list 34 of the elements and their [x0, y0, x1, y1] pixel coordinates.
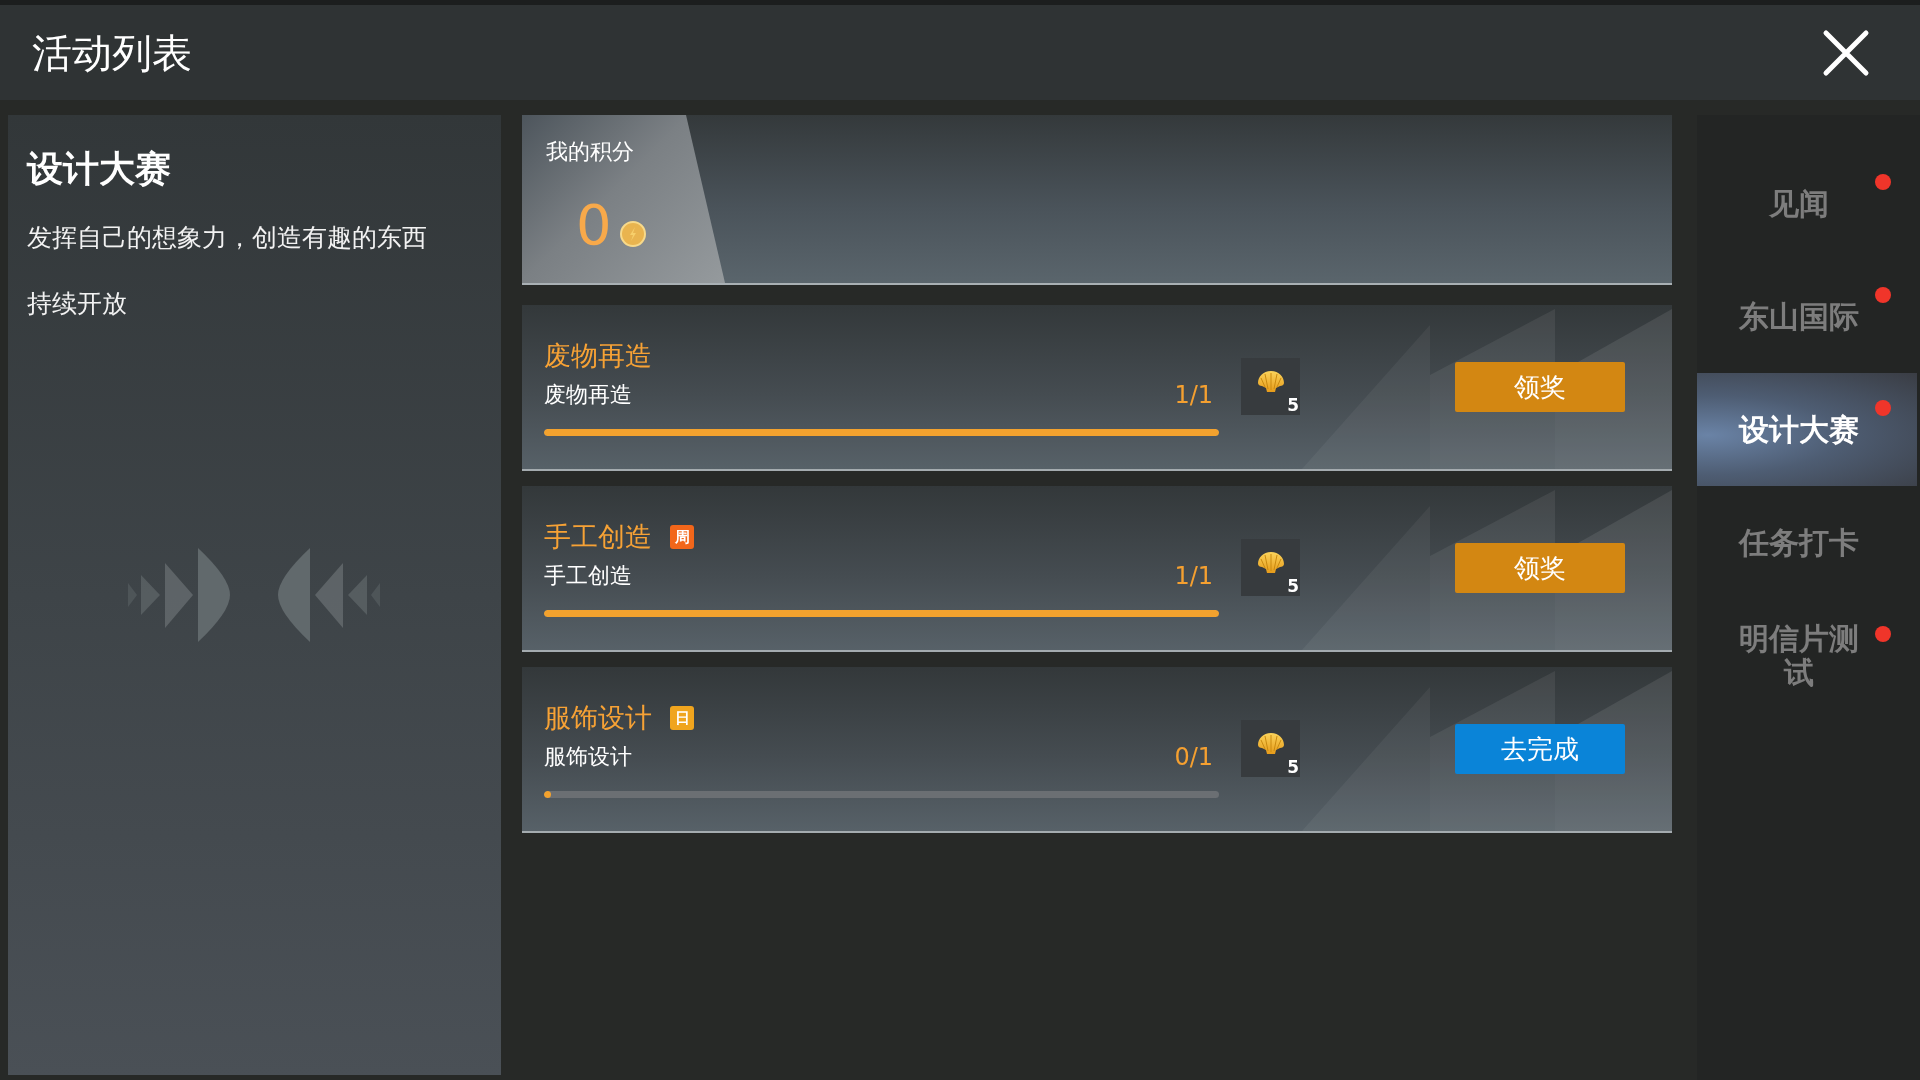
- shell-icon: [1256, 551, 1285, 574]
- close-icon: [1822, 28, 1870, 77]
- sidebar-tab[interactable]: 东山国际: [1697, 260, 1917, 373]
- progress-count: 1/1: [1174, 562, 1213, 590]
- score-value: 0: [576, 193, 612, 257]
- score-label: 我的积分: [546, 138, 634, 166]
- task-action-button[interactable]: 去完成: [1455, 724, 1625, 774]
- activity-description: 发挥自己的想象力，创造有趣的东西: [27, 222, 427, 254]
- sidebar-tab[interactable]: 设计大赛: [1697, 373, 1917, 486]
- sidebar-tab[interactable]: 明信片测试: [1697, 599, 1917, 712]
- reward-count: 5: [1287, 576, 1299, 596]
- close-button[interactable]: [1822, 28, 1870, 77]
- sidebar-tab[interactable]: 任务打卡: [1697, 486, 1917, 599]
- task-description: 手工创造: [544, 562, 632, 590]
- progress-count: 0/1: [1174, 743, 1213, 771]
- task-description: 废物再造: [544, 381, 632, 409]
- task-action-button[interactable]: 领奖: [1455, 362, 1625, 412]
- task-title: 废物再造: [544, 339, 652, 373]
- task-title: 手工创造: [544, 520, 652, 554]
- activity-schedule: 持续开放: [27, 288, 127, 320]
- reward-count: 5: [1287, 757, 1299, 777]
- shell-icon: [1256, 370, 1285, 393]
- task-tag: 日: [670, 706, 694, 730]
- sidebar-tab[interactable]: 见闻: [1697, 147, 1917, 260]
- activity-title: 设计大赛: [27, 149, 171, 189]
- task-tag: 周: [670, 525, 694, 549]
- shell-icon: [1256, 732, 1285, 755]
- coin-icon: [619, 221, 646, 247]
- progress-count: 1/1: [1174, 381, 1213, 409]
- task-description: 服饰设计: [544, 743, 632, 771]
- window-title: 活动列表: [32, 28, 192, 77]
- task-action-button[interactable]: 领奖: [1455, 543, 1625, 593]
- task-title: 服饰设计: [544, 701, 652, 735]
- reward-count: 5: [1287, 395, 1299, 415]
